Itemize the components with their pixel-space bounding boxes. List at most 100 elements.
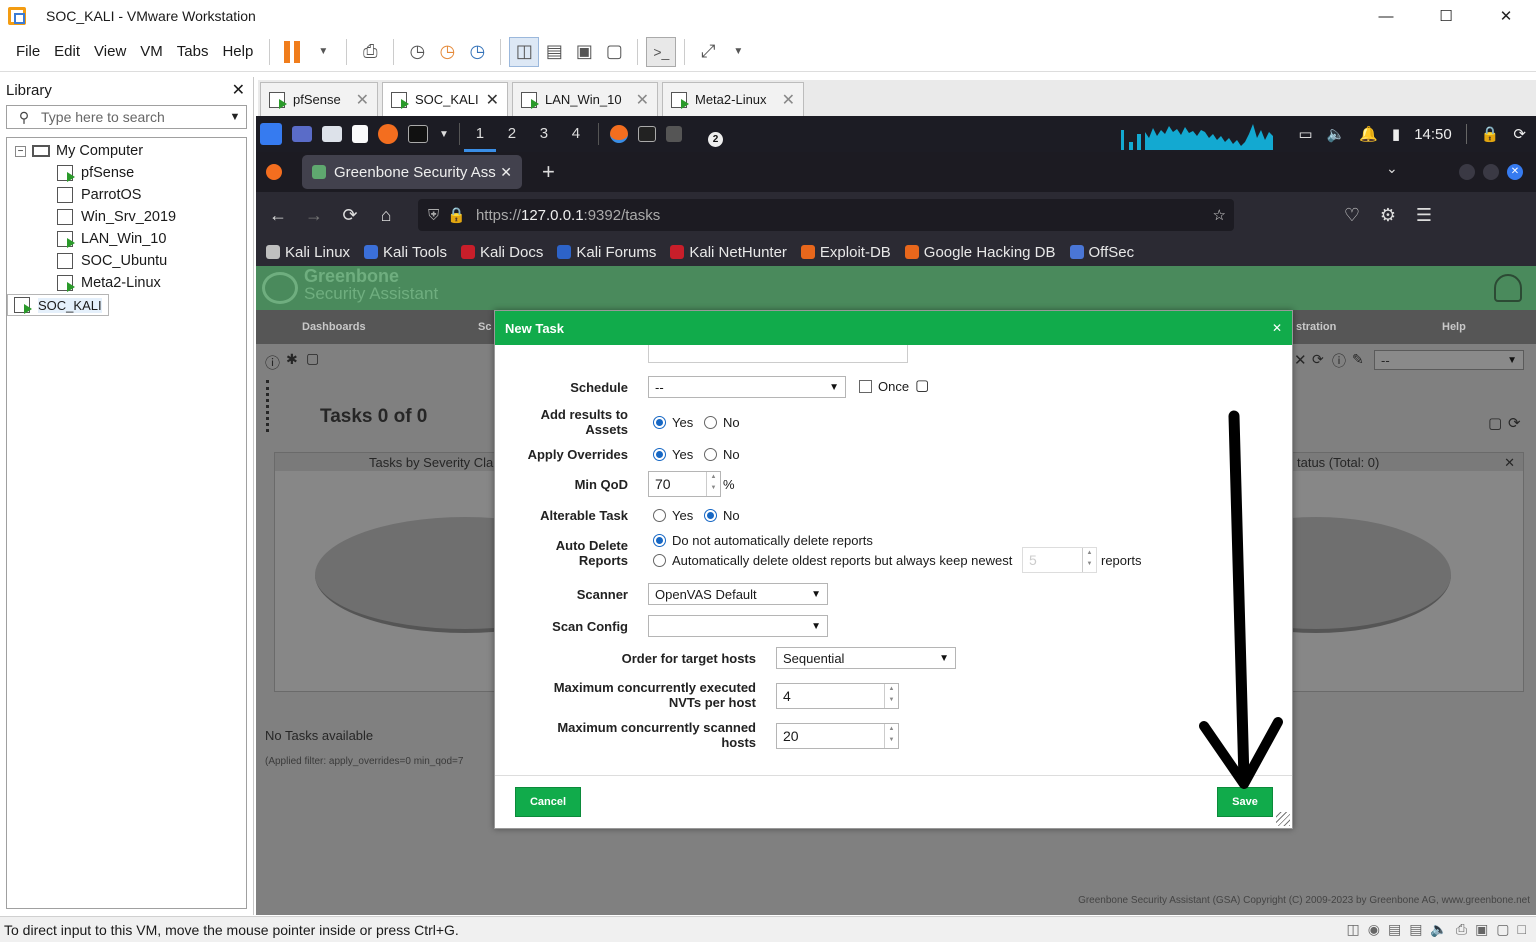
dashboard-new-icon[interactable]: ▢ xyxy=(1488,414,1502,432)
revert-snapshot-icon[interactable]: ◷ xyxy=(432,37,462,67)
collapse-icon[interactable]: − xyxy=(15,145,26,157)
app-menu-icon[interactable]: ☰ xyxy=(1406,205,1442,226)
spinner-arrows-icon[interactable]: ▲ ▼ xyxy=(706,472,720,496)
new-tab-icon[interactable]: + xyxy=(542,159,555,185)
lock-icon[interactable]: 🔒 xyxy=(1481,125,1500,143)
firefox-launcher-icon[interactable] xyxy=(378,124,398,144)
ff-close-icon[interactable]: ✕ xyxy=(1507,164,1523,180)
network-icon[interactable]: ▤ xyxy=(1388,921,1401,938)
bookmark-offsec[interactable]: OffSec xyxy=(1069,244,1134,261)
reload-icon[interactable]: ⟳ xyxy=(332,205,368,226)
network2-icon[interactable]: ▤ xyxy=(1409,921,1422,938)
tree-vm-soc-ubuntu[interactable]: SOC_Ubuntu xyxy=(7,250,246,272)
clock[interactable]: 14:50 xyxy=(1414,126,1452,143)
resize-grip-icon[interactable] xyxy=(1276,812,1290,826)
cancel-button[interactable]: Cancel xyxy=(515,787,581,817)
vm-tab-pfsense[interactable]: pfSense ✕ xyxy=(260,82,378,116)
extensions-icon[interactable]: ⚙ xyxy=(1370,205,1406,226)
menu-help[interactable]: Help xyxy=(214,43,261,60)
user-icon[interactable] xyxy=(1494,274,1522,302)
search-dropdown-icon[interactable]: ▼ xyxy=(224,111,246,123)
ff-maximize-icon[interactable] xyxy=(1483,164,1499,180)
hdd-icon[interactable]: ◫ xyxy=(1347,921,1360,938)
bookmark-kali-tools[interactable]: Kali Tools xyxy=(364,244,447,261)
close-dialog-icon[interactable]: ✕ xyxy=(1272,321,1282,335)
stretch-dropdown-icon[interactable]: ▼ xyxy=(723,37,753,67)
bookmark-kali-linux[interactable]: Kali Linux xyxy=(266,244,350,261)
list-tabs-icon[interactable]: ⌄ xyxy=(1386,160,1398,177)
dashboard-reload-icon[interactable]: ⟳ xyxy=(1508,414,1521,432)
menu-help[interactable]: Help xyxy=(1442,321,1466,333)
home-icon[interactable]: ⌂ xyxy=(368,205,404,226)
filter-clear-icon[interactable]: ✕ xyxy=(1294,351,1307,369)
kali-menu-icon[interactable] xyxy=(260,123,282,145)
snapshot-manager-icon[interactable]: ◷ xyxy=(462,37,492,67)
battery-icon[interactable]: ▮ xyxy=(1392,125,1400,143)
apply-overrides-yes-radio[interactable]: Yes xyxy=(653,447,693,462)
keep-reports-input[interactable]: 5 ▲ ▼ xyxy=(1022,547,1097,573)
workspace-3[interactable]: 3 xyxy=(528,116,560,152)
workspace-2[interactable]: 2 xyxy=(496,116,528,152)
once-checkbox[interactable]: Once xyxy=(859,379,909,394)
pause-icon[interactable] xyxy=(284,40,302,63)
close-tab-icon[interactable]: ✕ xyxy=(782,90,795,110)
pocket-icon[interactable]: ♡ xyxy=(1334,205,1370,226)
library-search-input[interactable]: Type here to search xyxy=(41,109,165,125)
tree-my-computer[interactable]: − My Computer xyxy=(7,140,246,162)
terminal-window-icon[interactable] xyxy=(637,126,656,142)
pause-dropdown-icon[interactable]: ▼ xyxy=(308,37,338,67)
menu-scans[interactable]: Sc xyxy=(478,321,491,333)
url-bar[interactable]: ⛨ 🔒 https://127.0.0.1:9392/tasks ☆ xyxy=(418,199,1234,231)
ff-minimize-icon[interactable] xyxy=(1459,164,1475,180)
bookmark-star-icon[interactable]: ☆ xyxy=(1213,206,1226,224)
min-qod-input[interactable]: 70 ▲ ▼ xyxy=(648,471,721,497)
tree-vm-soc-kali[interactable]: SOC_KALI xyxy=(7,294,109,316)
messages-icon[interactable]: □ xyxy=(1518,921,1526,938)
wizard-icon[interactable]: ✱ xyxy=(286,351,298,368)
menu-dashboards[interactable]: Dashboards xyxy=(302,321,366,333)
workspace-1[interactable]: 1 xyxy=(463,116,496,152)
new-task-icon[interactable]: ▢ xyxy=(306,350,319,367)
close-tab-icon[interactable]: ✕ xyxy=(356,90,369,110)
minimize-button[interactable]: — xyxy=(1356,0,1416,32)
workspace-4[interactable]: 4 xyxy=(560,116,592,152)
menu-vm[interactable]: VM xyxy=(132,43,171,60)
notifications-icon[interactable]: 🔔 xyxy=(1359,125,1378,143)
bookmark-google-hacking-db[interactable]: Google Hacking DB xyxy=(904,244,1056,261)
file-manager-icon[interactable] xyxy=(322,126,342,142)
filter-reset-icon[interactable]: ⟳ xyxy=(1312,351,1324,368)
stretch-guest-icon[interactable]: ⤢ xyxy=(693,37,723,67)
help-icon[interactable]: ⓘ xyxy=(265,352,280,373)
menu-tabs[interactable]: Tabs xyxy=(169,43,217,60)
console-view-icon[interactable]: >_ xyxy=(646,36,677,67)
add-results-yes-radio[interactable]: Yes xyxy=(653,415,693,430)
menu-view[interactable]: View xyxy=(86,43,134,60)
printer-icon[interactable]: ⎙ xyxy=(1456,921,1467,938)
cd-icon[interactable]: ◉ xyxy=(1368,921,1380,938)
close-tab-icon[interactable]: ✕ xyxy=(636,90,649,110)
scanner-select[interactable]: OpenVAS Default ▼ xyxy=(648,583,828,605)
close-window-button[interactable]: ✕ xyxy=(1476,0,1536,32)
alterable-yes-radio[interactable]: Yes xyxy=(653,508,693,523)
menu-edit[interactable]: Edit xyxy=(46,43,88,60)
tree-vm-parrotos[interactable]: ParrotOS xyxy=(7,184,246,206)
volume-icon[interactable]: 🔈 xyxy=(1327,125,1346,143)
close-chart-icon[interactable]: ✕ xyxy=(1504,455,1515,471)
firefox-window-icon[interactable] xyxy=(609,125,628,143)
update-notifier-icon[interactable] xyxy=(665,126,682,142)
close-tab-icon[interactable]: ✕ xyxy=(500,164,512,181)
spinner-arrows-icon[interactable]: ▲ ▼ xyxy=(884,684,898,708)
tree-vm-meta2-linux[interactable]: Meta2-Linux xyxy=(7,272,246,294)
tree-vm-pfsense[interactable]: pfSense xyxy=(7,162,246,184)
menu-file[interactable]: File xyxy=(8,43,48,60)
library-search[interactable]: ⚲ Type here to search ▼ xyxy=(6,105,247,129)
back-icon[interactable]: ← xyxy=(260,205,296,226)
fullscreen-icon[interactable]: ▣ xyxy=(569,37,599,67)
firefox-tab-greenbone[interactable]: Greenbone Security Assis ✕ xyxy=(302,155,522,189)
display-icon[interactable]: ▢ xyxy=(1496,921,1509,938)
bookmark-exploit-db[interactable]: Exploit-DB xyxy=(800,244,891,261)
new-schedule-icon[interactable]: ▢ xyxy=(915,376,929,394)
tracking-shield-icon[interactable]: ⛨ xyxy=(428,207,439,224)
auto-delete-oldest-radio[interactable]: Automatically delete oldest reports but … xyxy=(653,553,1012,568)
show-desktop-icon[interactable] xyxy=(292,126,312,142)
